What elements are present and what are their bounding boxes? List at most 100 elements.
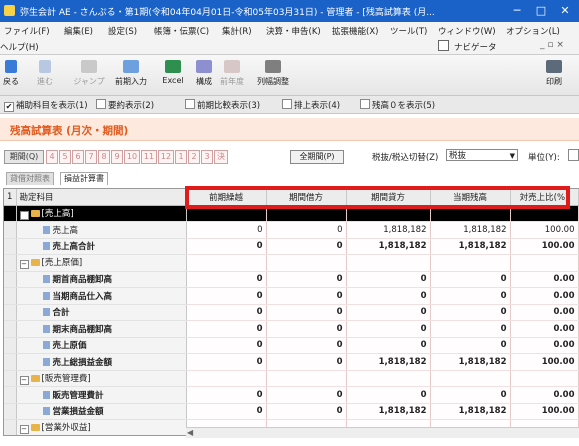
value-cell[interactable]: 0 — [186, 320, 267, 338]
row-header[interactable] — [4, 254, 17, 272]
value-cell[interactable]: 100.00 — [510, 221, 579, 239]
value-cell[interactable]: 0 — [266, 320, 347, 338]
row-header[interactable] — [4, 370, 17, 387]
value-cell[interactable] — [346, 370, 431, 387]
value-cell[interactable]: 1,818,182 — [346, 403, 431, 420]
account-cell[interactable]: − [売上原価] — [16, 254, 187, 272]
menu-tools[interactable]: ツール(T) — [390, 25, 427, 37]
account-cell[interactable]: − [営業外収益] — [16, 419, 187, 435]
back-button[interactable]: 戻る — [0, 58, 22, 92]
value-cell[interactable] — [186, 370, 267, 387]
value-cell[interactable] — [510, 254, 579, 272]
value-cell[interactable]: 0.00 — [510, 287, 579, 305]
collapse-icon[interactable]: − — [19, 260, 29, 270]
month-5[interactable]: 5 — [59, 150, 71, 164]
value-cell[interactable]: 0 — [266, 353, 347, 371]
value-cell[interactable]: 0.00 — [510, 304, 579, 321]
value-cell[interactable]: 1,818,182 — [346, 353, 431, 371]
navigator-button[interactable]: ナビゲータ — [454, 41, 497, 53]
horizontal-scrollbar[interactable]: ◀ — [186, 427, 579, 438]
value-cell[interactable] — [430, 370, 511, 387]
month-6[interactable]: 6 — [72, 150, 84, 164]
value-cell[interactable]: 0 — [346, 271, 431, 288]
upper-display-checkbox[interactable]: 排上表示(4) — [282, 99, 340, 111]
value-cell[interactable] — [430, 254, 511, 272]
value-cell[interactable]: 0 — [346, 386, 431, 404]
row-header[interactable] — [4, 304, 17, 321]
value-cell[interactable]: 0 — [266, 221, 347, 239]
table-row[interactable]: 売上原価 0 0 0 0 0.00 — [4, 337, 579, 354]
menu-options[interactable]: オプション(L) — [506, 25, 560, 37]
value-cell[interactable]: 0 — [186, 337, 267, 354]
value-cell[interactable]: 0 — [346, 304, 431, 321]
value-cell[interactable]: 100.00 — [510, 403, 579, 420]
value-cell[interactable]: 0 — [266, 238, 347, 255]
value-cell[interactable]: 0 — [186, 403, 267, 420]
tab-balance-sheet[interactable]: 貸借対照表 — [6, 172, 54, 185]
value-cell[interactable] — [510, 370, 579, 387]
row-header[interactable] — [4, 205, 17, 222]
menu-window[interactable]: ウィンドウ(W) — [438, 25, 496, 37]
value-cell[interactable]: 1,818,182 — [430, 221, 511, 239]
value-cell[interactable]: 0.00 — [510, 386, 579, 404]
forward-button[interactable]: 進む — [32, 58, 58, 92]
value-cell[interactable]: 1,818,182 — [346, 221, 431, 239]
value-cell[interactable]: 0 — [430, 271, 511, 288]
value-cell[interactable]: 0 — [266, 287, 347, 305]
month-2[interactable]: 2 — [188, 150, 200, 164]
zero-balance-checkbox[interactable]: 残高０を表示(5) — [360, 99, 435, 111]
value-cell[interactable]: 0 — [186, 353, 267, 371]
value-cell[interactable]: 0 — [430, 304, 511, 321]
column-adjust-button[interactable]: 列幅調整 — [250, 58, 296, 92]
month-11[interactable]: 11 — [141, 150, 157, 164]
month-12[interactable]: 12 — [158, 150, 174, 164]
mdi-controls[interactable]: _ ▫ × — [540, 40, 564, 50]
maximize-button[interactable]: □ — [530, 2, 552, 20]
value-cell[interactable] — [186, 254, 267, 272]
table-row[interactable]: 売上総損益金額 0 0 1,818,182 1,818,182 100.00 — [4, 353, 579, 371]
table-row[interactable]: 売上高合計 0 0 1,818,182 1,818,182 100.00 — [4, 238, 579, 255]
account-cell[interactable]: 売上総損益金額 — [16, 353, 187, 371]
prev-year-button[interactable]: 前年度 — [216, 58, 248, 92]
table-row[interactable]: 合計 0 0 0 0 0.00 — [4, 304, 579, 321]
value-cell[interactable] — [266, 370, 347, 387]
value-cell[interactable]: 0.00 — [510, 271, 579, 288]
value-cell[interactable]: 0.00 — [510, 320, 579, 338]
table-row[interactable]: 期首商品棚卸高 0 0 0 0 0.00 — [4, 271, 579, 288]
menu-extensions[interactable]: 拡張機能(X) — [332, 25, 378, 37]
table-row[interactable]: 販売管理費計 0 0 0 0 0.00 — [4, 386, 579, 404]
table-row[interactable]: − [売上原価] — [4, 254, 579, 272]
unit-select[interactable] — [568, 149, 579, 161]
value-cell[interactable]: 0 — [186, 221, 267, 239]
navigator-icon[interactable] — [438, 40, 449, 51]
menu-edit[interactable]: 編集(E) — [64, 25, 93, 37]
month-9[interactable]: 9 — [111, 150, 123, 164]
month-3[interactable]: 3 — [201, 150, 213, 164]
excel-button[interactable]: Excel — [158, 58, 188, 92]
month-8[interactable]: 8 — [98, 150, 110, 164]
tab-income-statement[interactable]: 損益計算書 — [60, 172, 108, 185]
account-cell[interactable]: − [売上高] — [16, 205, 187, 222]
value-cell[interactable]: 0 — [266, 403, 347, 420]
all-period-button[interactable]: 全期間(P) — [290, 150, 344, 164]
print-button[interactable]: 印刷 — [540, 58, 568, 92]
value-cell[interactable]: 0 — [430, 386, 511, 404]
value-cell[interactable]: 0 — [266, 386, 347, 404]
table-row[interactable]: 売上高 0 0 1,818,182 1,818,182 100.00 — [4, 221, 579, 239]
row-header[interactable] — [4, 419, 17, 435]
value-cell[interactable]: 0 — [186, 386, 267, 404]
value-cell[interactable]: 0 — [346, 320, 431, 338]
collapse-icon[interactable]: − — [19, 210, 29, 220]
value-cell[interactable]: 0.00 — [510, 337, 579, 354]
scroll-left-icon[interactable]: ◀ — [187, 428, 193, 437]
table-row[interactable]: − [販売管理費] — [4, 370, 579, 387]
value-cell[interactable]: 0 — [186, 271, 267, 288]
menu-closing[interactable]: 決算・申告(K) — [266, 25, 321, 37]
menu-summary[interactable]: 集計(R) — [222, 25, 252, 37]
jump-button[interactable]: ジャンプ — [72, 58, 106, 92]
close-button[interactable]: ✕ — [554, 2, 576, 20]
month-10[interactable]: 10 — [124, 150, 140, 164]
value-cell[interactable] — [346, 254, 431, 272]
value-cell[interactable]: 0 — [266, 337, 347, 354]
table-row[interactable]: 営業損益金額 0 0 1,818,182 1,818,182 100.00 — [4, 403, 579, 420]
